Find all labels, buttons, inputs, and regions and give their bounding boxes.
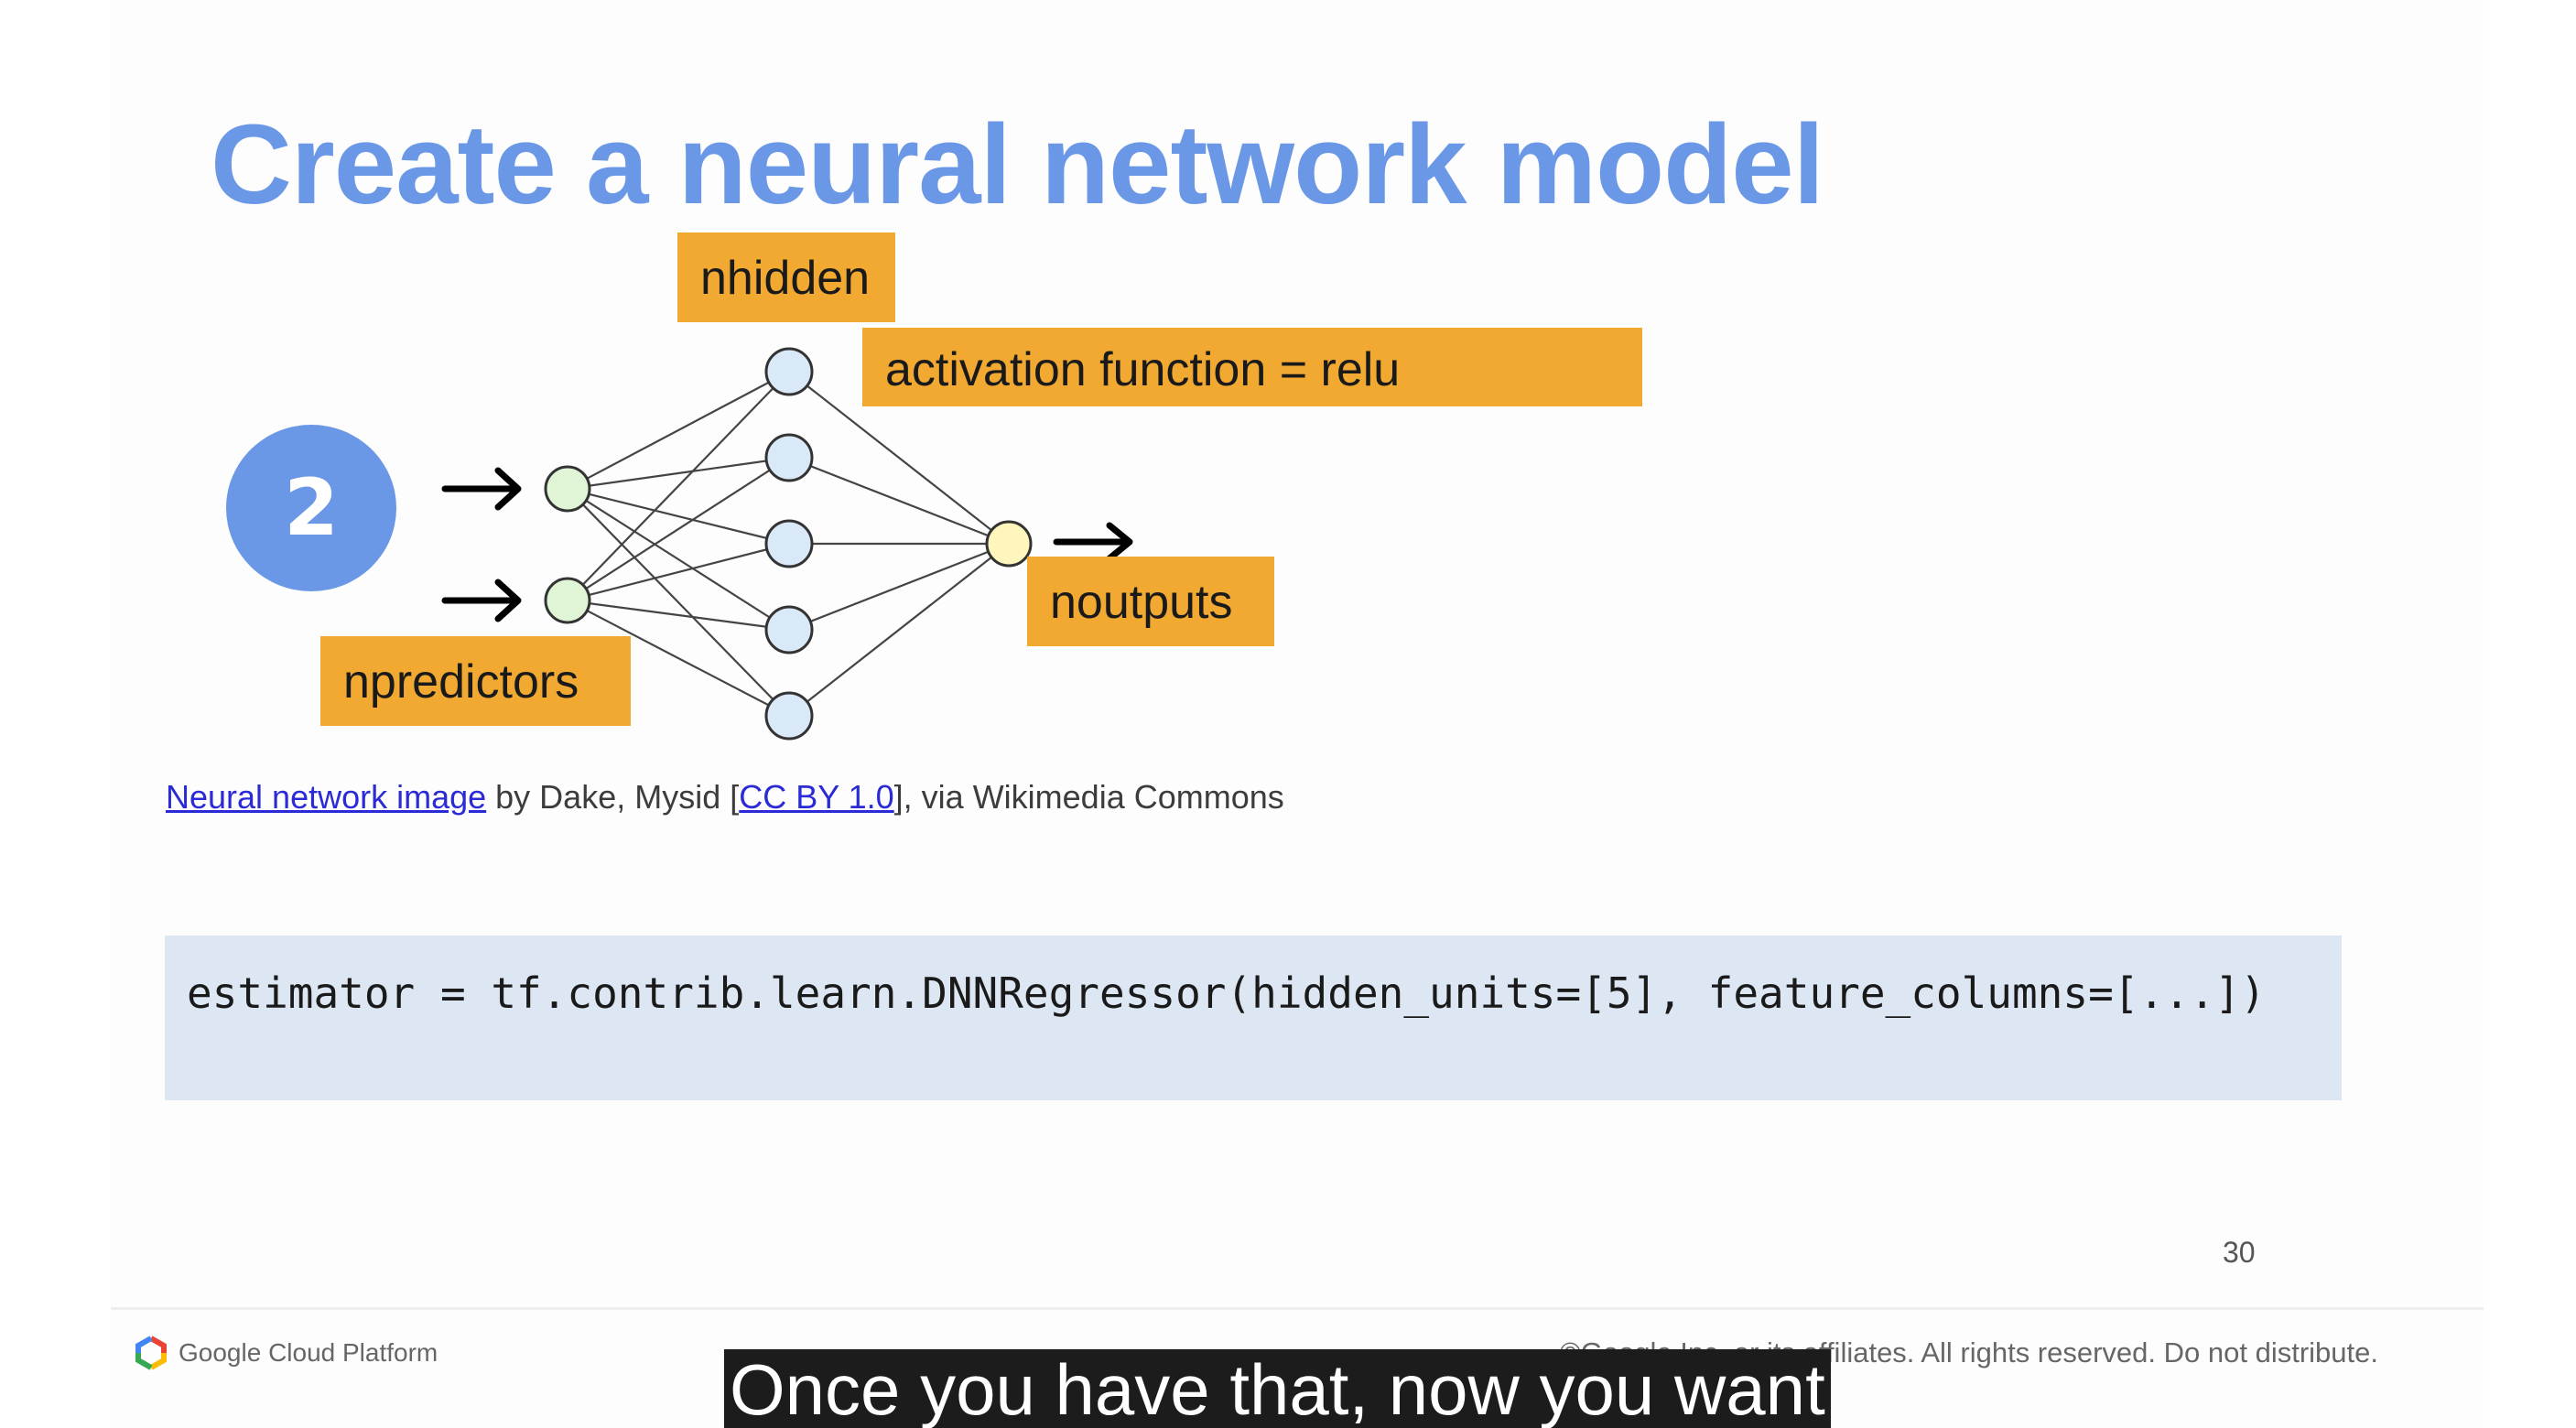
input-nodes	[544, 465, 591, 624]
hidden-node	[764, 519, 814, 568]
brand-name: Google Cloud Platform	[179, 1338, 438, 1367]
page-number: 30	[2223, 1236, 2256, 1269]
video-caption: Once you have that, now you want	[724, 1349, 1831, 1428]
output-node	[985, 520, 1033, 568]
license-link[interactable]: CC BY 1.0	[739, 778, 893, 816]
arrow-right-icon	[1053, 522, 1133, 562]
noutputs-label: noutputs	[1027, 557, 1274, 646]
npredictors-label: npredictors	[320, 636, 631, 726]
footer-divider	[111, 1307, 2484, 1310]
input-node	[544, 465, 591, 513]
input-node	[544, 577, 591, 624]
google-cloud-platform-logo: Google Cloud Platform	[133, 1335, 438, 1371]
activation-function-label: activation function = relu	[862, 328, 1642, 406]
code-block: estimator = tf.contrib.learn.DNNRegresso…	[165, 936, 2342, 1100]
hidden-node	[764, 691, 814, 741]
attribution-text-end: ], via Wikimedia Commons	[893, 778, 1284, 816]
output-nodes	[985, 520, 1033, 568]
google-cloud-hexagon-icon	[135, 1336, 167, 1370]
code-line: estimator = tf.contrib.learn.DNNRegresso…	[187, 968, 2266, 1018]
hidden-node	[764, 605, 814, 654]
arrow-right-icon	[441, 467, 522, 511]
image-attribution: Neural network image by Dake, Mysid [CC …	[166, 778, 1284, 817]
video-frame: Create a neural network model 2 nhidden …	[0, 0, 2576, 1428]
arrow-right-icon	[441, 579, 522, 622]
hidden-node	[764, 433, 814, 482]
attribution-text: by Dake, Mysid [	[486, 778, 740, 816]
nhidden-label: nhidden	[677, 233, 895, 322]
neural-network-image-link[interactable]: Neural network image	[166, 778, 486, 816]
hidden-node	[764, 347, 814, 396]
hidden-nodes	[764, 347, 814, 741]
